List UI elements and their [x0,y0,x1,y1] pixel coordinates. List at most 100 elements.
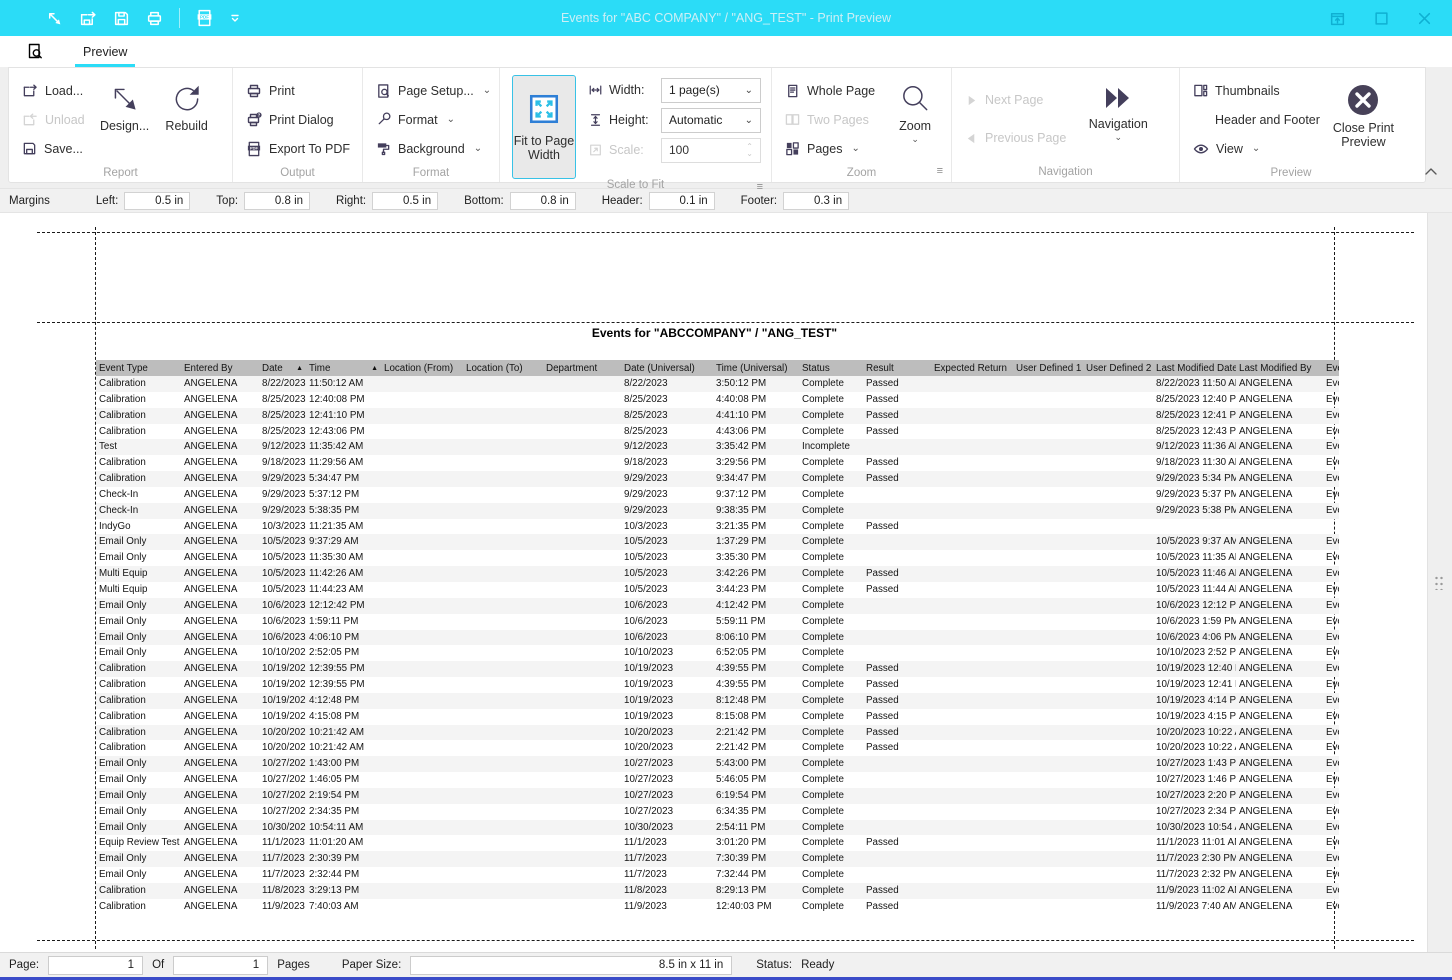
table-row: Check-InANGELENA9/29/20235:38:35 PM9/29/… [96,503,1339,519]
table-cell [381,899,463,915]
design-button[interactable]: Design... [94,73,156,133]
table-cell [463,899,543,915]
table-cell: 2:21:42 PM [713,725,799,741]
save-icon[interactable] [113,10,130,27]
table-cell: 12:43:06 PM [306,424,381,440]
table-cell: Passed [863,408,931,424]
page-setup-button[interactable]: Page Setup... ⌄ [367,76,500,105]
table-row: CalibrationANGELENA11/8/20233:29:13 PM11… [96,883,1339,899]
fit-to-page-icon [527,92,561,126]
load-report-button[interactable]: Load... [13,76,94,105]
group-label-report: Report [103,167,138,179]
table-cell [931,883,1013,899]
table-cell [381,376,463,392]
table-cell: 4:12:48 PM [306,693,381,709]
table-cell [1083,883,1153,899]
table-cell [463,645,543,661]
background-button[interactable]: Background ⌄ [367,134,500,163]
header-and-footer-button[interactable]: Header and Footer [1184,105,1329,134]
width-select[interactable]: 1 page(s)⌄ [661,78,761,103]
print-icon[interactable] [146,10,163,27]
table-cell: ANGELENA [181,439,259,455]
tab-preview[interactable]: Preview [73,36,137,67]
table-cell: ANGELENA [1236,471,1323,487]
height-select[interactable]: Automatic⌄ [661,108,761,133]
margin-right-value[interactable]: 0.5 in [372,192,438,210]
zoom-icon [898,82,932,116]
table-cell [381,725,463,741]
page-number-input[interactable]: 1 [48,956,143,975]
dock-window-icon[interactable] [1329,10,1346,27]
print-dialog-button[interactable]: ? Print Dialog [237,105,359,134]
table-cell: Complete [799,471,863,487]
table-cell [1323,519,1339,535]
export-pdf-icon[interactable]: PDF [196,9,213,27]
height-label: Height: [609,113,655,127]
table-cell: ANGELENA [1236,772,1323,788]
whole-page-button[interactable]: Whole Page [776,76,884,105]
group-label-preview: Preview [1271,167,1312,179]
table-cell: ANGELENA [181,756,259,772]
table-cell [863,804,931,820]
titlebar: Events for "ABC COMPANY" / "ANG_TEST" - … [0,0,1452,36]
format-button[interactable]: Format ⌄ [367,105,500,134]
print-button[interactable]: Print [237,76,359,105]
table-cell: 11:42:26 AM [306,566,381,582]
scale-to-fit-dialog-launcher[interactable]: ≡ [757,182,763,193]
export-pdf-button[interactable]: PDF Export To PDF [237,134,359,163]
table-cell: 3:42:26 PM [713,566,799,582]
table-cell: Eve [1323,820,1339,836]
group-label-scale-to-fit: Scale to Fit [607,179,665,191]
chevron-down-icon: ⌄ [745,85,753,96]
table-cell [1083,598,1153,614]
view-button[interactable]: View ⌄ [1184,134,1329,163]
table-cell: 6:34:35 PM [713,804,799,820]
table-cell: Email Only [96,534,181,550]
sort-asc-icon: ▲ [371,365,381,372]
margin-footer-value[interactable]: 0.3 in [783,192,849,210]
margin-header-value[interactable]: 0.1 in [649,192,715,210]
table-cell [463,519,543,535]
margin-bottom-value[interactable]: 0.8 in [510,192,576,210]
table-cell: ANGELENA [181,392,259,408]
table-cell: Complete [799,693,863,709]
table-cell [463,408,543,424]
print-preview-canvas[interactable]: Events for "ABCCOMPANY" / "ANG_TEST" Eve… [0,213,1452,952]
load-icon[interactable] [79,10,97,27]
design-icon[interactable] [46,10,63,27]
table-cell: 10/6/2023 [259,614,306,630]
margin-top-value[interactable]: 0.8 in [244,192,310,210]
zoom-dialog-launcher[interactable]: ≡ [937,166,943,177]
pages-icon [785,141,800,156]
table-row: Equip Review TestANGELENA11/1/202311:01:… [96,835,1339,851]
table-cell: Email Only [96,804,181,820]
table-cell [1083,392,1153,408]
navigation-button[interactable]: Navigation ⌄ [1075,73,1161,142]
table-cell: Multi Equip [96,566,181,582]
close-print-preview-button[interactable]: Close Print Preview [1329,73,1398,150]
zoom-button[interactable]: Zoom ⌄ [884,73,946,144]
collapse-ribbon-icon[interactable] [1424,167,1438,176]
table-cell: 9/29/2023 [621,471,713,487]
table-cell [1083,677,1153,693]
rebuild-button[interactable]: Rebuild [156,73,218,133]
table-cell: Email Only [96,851,181,867]
maximize-icon[interactable] [1374,10,1389,27]
table-cell: 10/5/2023 [621,582,713,598]
table-cell: 8/25/2023 [259,424,306,440]
table-cell [463,630,543,646]
pages-button[interactable]: Pages ⌄ [776,134,884,163]
drag-handle-dots[interactable] [1434,575,1443,590]
fit-to-page-width-button[interactable]: Fit to Page Width [512,75,576,179]
print-dialog-icon: ? [246,112,262,128]
table-cell: ANGELENA [1236,566,1323,582]
table-cell [931,408,1013,424]
close-icon[interactable] [1417,10,1432,27]
margin-left-value[interactable]: 0.5 in [124,192,190,210]
thumbnails-button[interactable]: Thumbnails [1184,76,1329,105]
table-cell: 11/7/2023 [621,851,713,867]
table-cell: ANGELENA [181,487,259,503]
table-cell: 10/19/2023 4:15 PM [1153,709,1236,725]
toolbar-options-chevron[interactable] [229,12,241,24]
save-report-button[interactable]: Save... [13,134,94,163]
